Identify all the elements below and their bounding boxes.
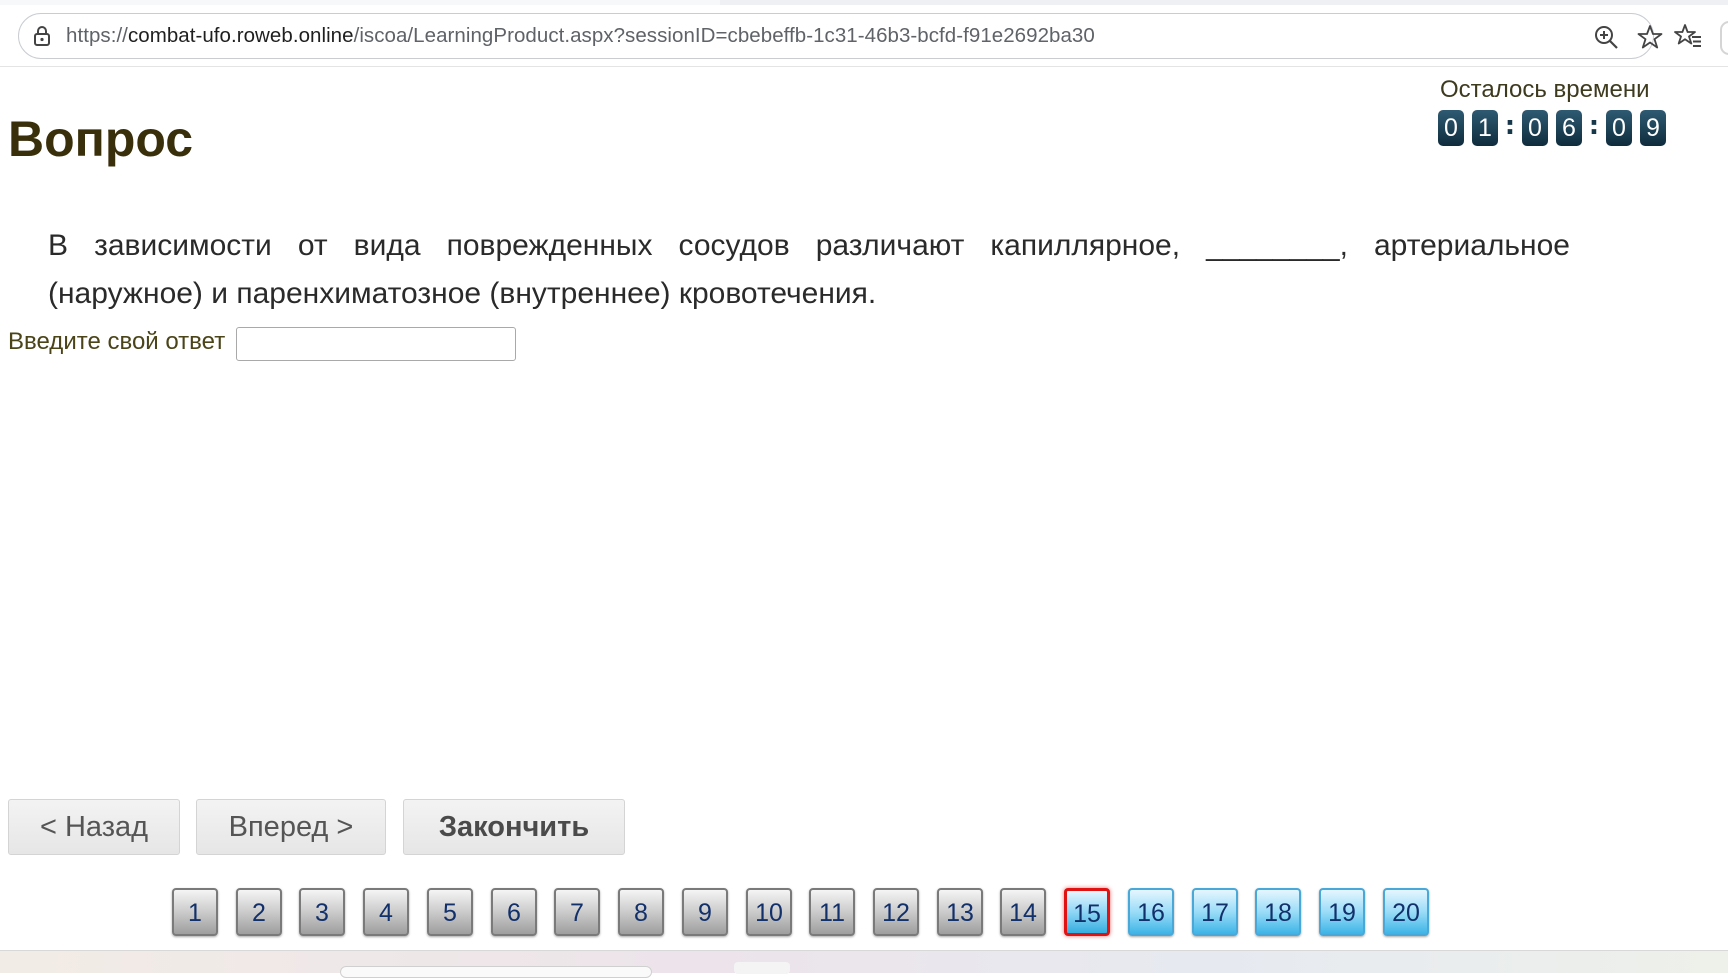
url-prefix: https:// — [66, 24, 128, 47]
timer-separator: : — [1504, 111, 1516, 141]
lock-icon[interactable] — [31, 25, 53, 47]
question-button-20[interactable]: 20 — [1383, 888, 1429, 936]
question-button-15-current[interactable]: 15 — [1064, 888, 1110, 936]
zoom-icon[interactable] — [1593, 24, 1619, 50]
question-button-19[interactable]: 19 — [1319, 888, 1365, 936]
url-text[interactable]: https://combat-ufo.roweb.online/iscoa/Le… — [66, 24, 1095, 48]
taskbar-app[interactable] — [734, 962, 790, 974]
question-button-4[interactable]: 4 — [363, 888, 409, 936]
question-button-6[interactable]: 6 — [491, 888, 537, 936]
question-button-1[interactable]: 1 — [172, 888, 218, 936]
question-button-7[interactable]: 7 — [554, 888, 600, 936]
answer-input[interactable] — [236, 327, 516, 361]
timer-digit: 0 — [1438, 110, 1464, 146]
question-button-3[interactable]: 3 — [299, 888, 345, 936]
question-button-17[interactable]: 17 — [1192, 888, 1238, 936]
question-button-11[interactable]: 11 — [809, 888, 855, 936]
timer-digit: 0 — [1606, 110, 1632, 146]
active-tab-edge[interactable] — [0, 0, 720, 5]
timer-digit: 6 — [1556, 110, 1582, 146]
browser-toolbar: https://combat-ufo.roweb.online/iscoa/Le… — [0, 0, 1728, 67]
question-button-14[interactable]: 14 — [1000, 888, 1046, 936]
back-button[interactable]: < Назад — [8, 799, 180, 855]
question-button-12[interactable]: 12 — [873, 888, 919, 936]
timer-digit: 9 — [1640, 110, 1666, 146]
timer-label: Осталось времени — [1440, 76, 1650, 103]
question-button-8[interactable]: 8 — [618, 888, 664, 936]
question-button-2[interactable]: 2 — [236, 888, 282, 936]
address-bar[interactable]: https://combat-ufo.roweb.online/iscoa/Le… — [18, 13, 1663, 59]
taskbar — [0, 950, 1728, 973]
taskbar-search[interactable] — [340, 966, 652, 978]
url-host: combat-ufo.roweb.online — [127, 24, 354, 47]
question-button-10[interactable]: 10 — [746, 888, 792, 936]
question-button-18[interactable]: 18 — [1255, 888, 1301, 936]
next-button[interactable]: Вперед > — [196, 799, 386, 855]
profile-button[interactable] — [1720, 21, 1728, 55]
answer-label: Введите свой ответ — [8, 328, 226, 355]
question-button-9[interactable]: 9 — [682, 888, 728, 936]
question-button-16[interactable]: 16 — [1128, 888, 1174, 936]
star-icon[interactable] — [1637, 24, 1663, 50]
favorites-icon[interactable] — [1674, 23, 1702, 49]
question-button-13[interactable]: 13 — [937, 888, 983, 936]
timer-digit: 1 — [1472, 110, 1498, 146]
question-pager: 1 2 3 4 5 6 7 8 9 10 11 12 13 14 15 16 1… — [0, 888, 1728, 938]
finish-button[interactable]: Закончить — [403, 799, 625, 855]
question-button-5[interactable]: 5 — [427, 888, 473, 936]
timer-separator: : — [1588, 111, 1600, 141]
timer-digit: 0 — [1522, 110, 1548, 146]
url-path: /iscoa/LearningProduct.aspx?sessionID=cb… — [353, 24, 1095, 47]
page-title: Вопрос — [8, 111, 194, 167]
question-text: В зависимости от вида поврежденных сосуд… — [48, 229, 1570, 310]
